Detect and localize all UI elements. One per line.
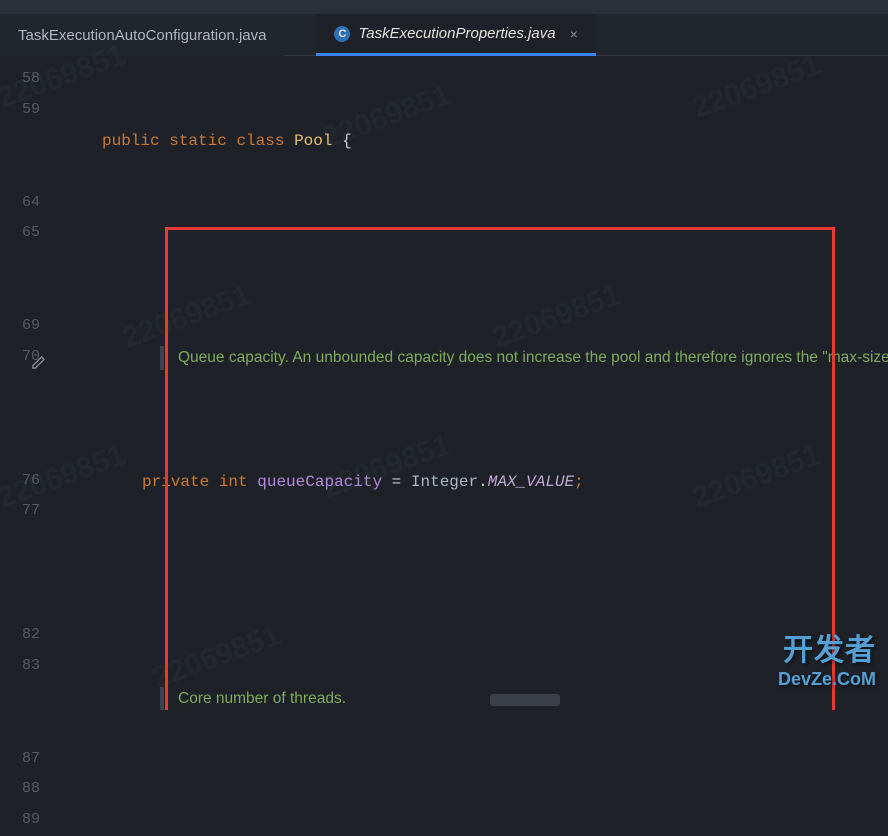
line-number [0,126,40,157]
close-icon[interactable]: × [570,26,578,42]
line-number: 76 [0,466,40,497]
editor: 58596465697076778283878889 public static… [0,56,888,710]
type: Integer [411,467,478,498]
javadoc-text: Queue capacity. An unbounded capacity do… [178,346,888,370]
line-number [0,280,40,311]
keyword: public [102,126,160,157]
line-number [0,527,40,558]
editor-tabs: TaskExecutionAutoConfiguration.java C Ta… [0,14,888,56]
code-line: private int queueCapacity = Integer . MA… [60,467,888,498]
horizontal-scrollbar[interactable] [490,694,560,706]
code-line: public static class Pool { [60,126,888,157]
field-name: queueCapacity [257,467,382,498]
line-number: 65 [0,218,40,249]
window-topbar [0,0,888,14]
keyword: class [236,126,284,157]
keyword: int [219,467,248,498]
line-number [0,435,40,466]
line-number: 87 [0,744,40,775]
doc-marker [160,346,164,370]
dot: . [478,467,488,498]
code-line [60,560,888,591]
line-number: 89 [0,805,40,836]
site-watermark: 开发者 DevZe.CoM [778,625,876,690]
line-number [0,589,40,620]
tab-active[interactable]: C TaskExecutionProperties.java × [316,14,595,56]
line-number [0,404,40,435]
line-number [0,157,40,188]
class-file-icon: C [334,26,350,42]
line-number: 58 [0,64,40,95]
semi: ; [574,467,584,498]
line-number: 88 [0,774,40,805]
line-number: 77 [0,496,40,527]
line-number [0,682,40,713]
line-gutter: 58596465697076778283878889 [0,56,60,710]
line-number: 69 [0,311,40,342]
op: = [382,467,411,498]
line-number: 83 [0,651,40,682]
tab-inactive[interactable]: TaskExecutionAutoConfiguration.java [0,14,284,56]
class-name: Pool [294,126,332,157]
line-number: 59 [0,95,40,126]
line-number: 82 [0,620,40,651]
line-number [0,249,40,280]
line-number [0,558,40,589]
watermark-sub: DevZe.CoM [778,669,876,690]
code-line [60,219,888,250]
tab-label: TaskExecutionAutoConfiguration.java [18,27,266,44]
doc-marker [160,687,164,710]
edit-icon[interactable] [31,352,46,383]
javadoc: Queue capacity. An unbounded capacity do… [60,342,888,374]
watermark-main: 开发者 [778,625,876,669]
constant: MAX_VALUE [488,467,574,498]
javadoc: Core number of threads. [60,683,888,710]
brace: { [332,126,351,157]
line-number [0,713,40,744]
keyword: private [142,467,209,498]
line-number: 64 [0,188,40,219]
tab-label: TaskExecutionProperties.java [358,25,555,42]
code-area[interactable]: public static class Pool { Queue capacit… [60,56,888,710]
keyword: static [169,126,227,157]
